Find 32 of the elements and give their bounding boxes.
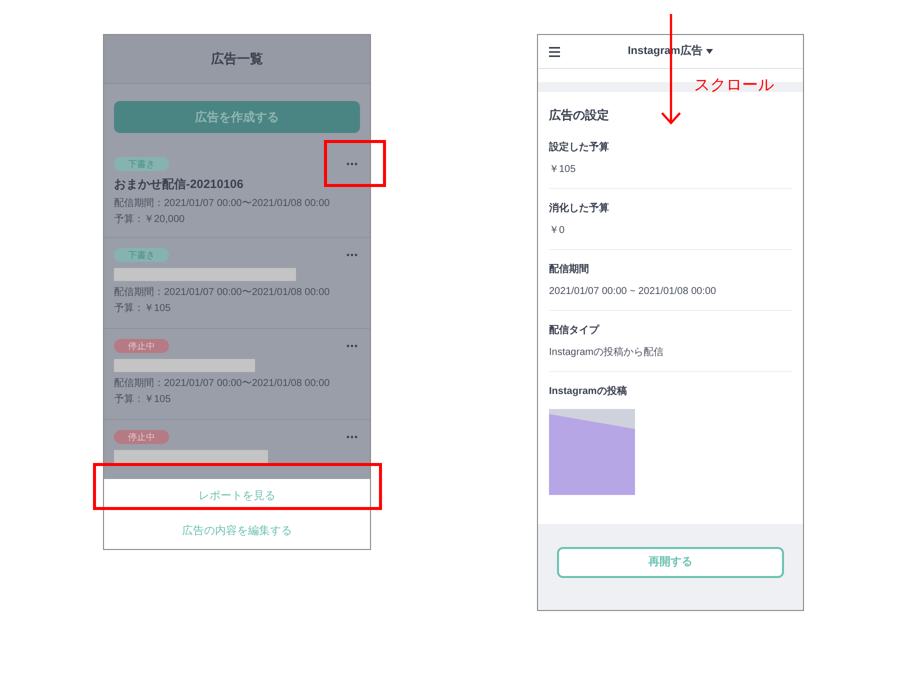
field-label: 配信期間 [549, 263, 590, 277]
field-label: 消化した予算 [549, 202, 610, 216]
status-badge: 下書き [114, 248, 169, 262]
scroll-label: スクロール [694, 76, 774, 96]
budget-text: 予算：￥105 [114, 393, 172, 407]
create-ad-button[interactable]: 広告を作成する [114, 101, 360, 133]
field-value: Instagramの投稿から配信 [549, 346, 664, 360]
section-title: 広告の設定 [549, 107, 610, 124]
resume-button[interactable]: 再開する [557, 547, 784, 578]
budget-text: 予算：￥20,000 [114, 213, 186, 227]
screen-title: 広告一覧 [211, 50, 263, 68]
delivery-period: 配信期間：2021/01/07 00:00〜2021/01/08 00:00 [114, 377, 331, 391]
more-icon[interactable] [346, 162, 358, 166]
field-label: Instagramの投稿 [549, 385, 628, 399]
highlight-frame [324, 140, 386, 187]
menu-icon[interactable] [549, 46, 560, 56]
ad-title: おまかせ配信-20210106 [114, 176, 244, 192]
field-value: ￥0 [549, 224, 566, 238]
field-value: ￥105 [549, 163, 577, 177]
field-label: 配信タイプ [549, 324, 600, 338]
more-icon[interactable] [346, 253, 358, 257]
field-label: 設定した予算 [549, 141, 610, 155]
budget-text: 予算：￥105 [114, 302, 172, 316]
delivery-period: 配信期間：2021/01/07 00:00〜2021/01/08 00:00 [114, 286, 331, 300]
field-value: 2021/01/07 00:00 ~ 2021/01/08 00:00 [549, 285, 718, 299]
status-badge: 停止中 [114, 430, 169, 444]
delivery-period: 配信期間：2021/01/07 00:00〜2021/01/08 00:00 [114, 197, 331, 211]
status-badge: 停止中 [114, 339, 169, 353]
more-icon[interactable] [346, 344, 358, 348]
caret-down-icon[interactable] [706, 49, 714, 54]
status-badge: 下書き [114, 157, 169, 171]
more-icon[interactable] [346, 435, 358, 439]
